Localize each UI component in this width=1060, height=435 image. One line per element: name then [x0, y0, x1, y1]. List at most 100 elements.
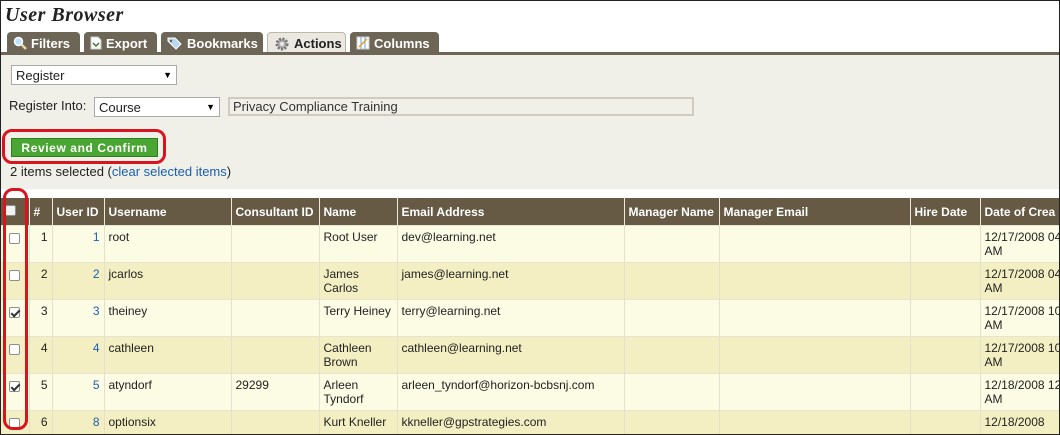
tab-label: Filters	[31, 35, 71, 51]
bookmark-tag-icon	[167, 36, 183, 50]
cell-username: cathleen	[104, 336, 232, 374]
table-row[interactable]: 3 3 theiney Terry Heiney terry@learning.net 1…	[1, 299, 1059, 337]
checkbox-column-highlight	[3, 188, 28, 430]
magnifier-icon	[13, 36, 27, 50]
cell-email: arleen_tyndorf@horizon-bcbsnj.com	[397, 373, 625, 411]
cell-name: Cathleen Brown	[319, 336, 398, 374]
column-header-email[interactable]: Email Address	[397, 198, 625, 226]
tab-label: Export	[106, 35, 148, 51]
table-row[interactable]: 4 4 cathleen Cathleen Brown cathleen@learnin…	[1, 336, 1059, 374]
tab-columns[interactable]: Columns	[350, 32, 439, 54]
column-header-manager-email[interactable]: Manager Email	[719, 198, 911, 226]
cell-manager-name	[624, 336, 720, 374]
cell-row-number: 2	[29, 262, 53, 300]
register-into-select-value: Course	[99, 99, 141, 115]
table-row[interactable]: 1 1 root Root User dev@learning.net 12/17/200…	[1, 225, 1059, 263]
cell-consultant-id	[231, 225, 320, 263]
cell-manager-email	[719, 373, 911, 411]
cell-row-number: 4	[29, 336, 53, 374]
cell-email: cathleen@learning.net	[397, 336, 625, 374]
cell-date-created: 12/17/2008 04:54 AM	[980, 262, 1059, 300]
cell-manager-email	[719, 410, 911, 434]
table-row[interactable]: 6 8 optionsix Kurt Kneller kkneller@gpstrate…	[1, 410, 1059, 434]
cell-date-created: 12/17/2008 10:02 AM	[980, 299, 1059, 337]
column-header-date-created[interactable]: Date of Crea	[980, 198, 1059, 226]
cell-name: James Carlos	[319, 262, 398, 300]
cell-manager-name	[624, 373, 720, 411]
review-and-confirm-button[interactable]: Review and Confirm	[11, 138, 158, 157]
cell-name: Arleen Tyndorf	[319, 373, 398, 411]
tab-bookmarks[interactable]: Bookmarks	[161, 32, 263, 54]
cell-user-id[interactable]: 2	[52, 262, 105, 300]
cell-user-id[interactable]: 1	[52, 225, 105, 263]
page-title: User Browser	[5, 4, 124, 26]
user-browser-window: User Browser Filters Export Bookmarks Ac…	[0, 0, 1060, 435]
tab-filters[interactable]: Filters	[7, 32, 80, 54]
cell-email: kkneller@gpstrategies.com	[397, 410, 625, 434]
cell-manager-name	[624, 262, 720, 300]
cell-name: Kurt Kneller	[319, 410, 398, 434]
cell-manager-name	[624, 410, 720, 434]
cell-hire-date	[910, 299, 981, 337]
table-body: 1 1 root Root User dev@learning.net 12/17/200…	[1, 225, 1059, 434]
table-row[interactable]: 2 2 jcarlos James Carlos james@learning.net 1…	[1, 262, 1059, 300]
cell-consultant-id	[231, 262, 320, 300]
selection-count: 2 items selected (	[10, 164, 112, 179]
column-header-manager-name[interactable]: Manager Name	[624, 198, 720, 226]
chevron-down-icon: ▼	[206, 102, 215, 112]
cell-username: optionsix	[104, 410, 232, 434]
cell-hire-date	[910, 262, 981, 300]
course-name-value: Privacy Compliance Training	[233, 99, 398, 114]
cell-hire-date	[910, 410, 981, 434]
tab-actions[interactable]: Actions	[267, 32, 346, 54]
cell-manager-email	[719, 262, 911, 300]
cell-user-id[interactable]: 4	[52, 336, 105, 374]
tab-label: Bookmarks	[187, 35, 258, 51]
cell-name: Terry Heiney	[319, 299, 398, 337]
cell-hire-date	[910, 336, 981, 374]
column-header-hire-date[interactable]: Hire Date	[910, 198, 981, 226]
cell-username: theiney	[104, 299, 232, 337]
register-into-label: Register Into:	[9, 98, 87, 113]
cell-email: james@learning.net	[397, 262, 625, 300]
cell-consultant-id	[231, 299, 320, 337]
column-header-consultant-id[interactable]: Consultant ID	[231, 198, 320, 226]
cell-row-number: 5	[29, 373, 53, 411]
chevron-down-icon: ▼	[163, 70, 172, 80]
register-into-select[interactable]: Course ▼	[94, 97, 220, 117]
column-header-number[interactable]: #	[29, 198, 53, 226]
cell-consultant-id	[231, 410, 320, 434]
cell-manager-email	[719, 225, 911, 263]
cell-manager-name	[624, 299, 720, 337]
cell-hire-date	[910, 373, 981, 411]
user-table: # User ID Username Consultant ID Name Em…	[1, 198, 1059, 434]
column-header-name[interactable]: Name	[319, 198, 398, 226]
tab-label: Actions	[294, 36, 342, 51]
cell-row-number: 1	[29, 225, 53, 263]
table-row[interactable]: 5 5 atyndorf 29299 Arleen Tyndorf arleen_tynd…	[1, 373, 1059, 411]
cell-username: atyndorf	[104, 373, 232, 411]
cell-username: root	[104, 225, 232, 263]
clear-selected-items-link[interactable]: clear selected items	[112, 164, 227, 179]
selection-summary: 2 items selected (clear selected items)	[10, 164, 231, 179]
cell-user-id[interactable]: 8	[52, 410, 105, 434]
cell-date-created: 12/17/2008 04:48 AM	[980, 225, 1059, 263]
tab-label: Columns	[374, 35, 430, 51]
cell-user-id[interactable]: 5	[52, 373, 105, 411]
cell-date-created: 12/18/2008	[980, 410, 1059, 434]
cell-date-created: 12/18/2008 12:04 AM	[980, 373, 1059, 411]
column-header-user-id[interactable]: User ID	[52, 198, 105, 226]
cell-email: dev@learning.net	[397, 225, 625, 263]
cell-user-id[interactable]: 3	[52, 299, 105, 337]
column-header-username[interactable]: Username	[104, 198, 232, 226]
course-name-field[interactable]: Privacy Compliance Training	[228, 97, 694, 116]
cell-manager-name	[624, 225, 720, 263]
tab-export[interactable]: Export	[84, 32, 157, 54]
action-select-value: Register	[16, 67, 65, 83]
cell-manager-email	[719, 299, 911, 337]
action-select[interactable]: Register ▼	[11, 65, 177, 85]
cell-name: Root User	[319, 225, 398, 263]
document-icon	[90, 36, 102, 50]
cell-manager-email	[719, 336, 911, 374]
columns-icon	[356, 36, 370, 50]
